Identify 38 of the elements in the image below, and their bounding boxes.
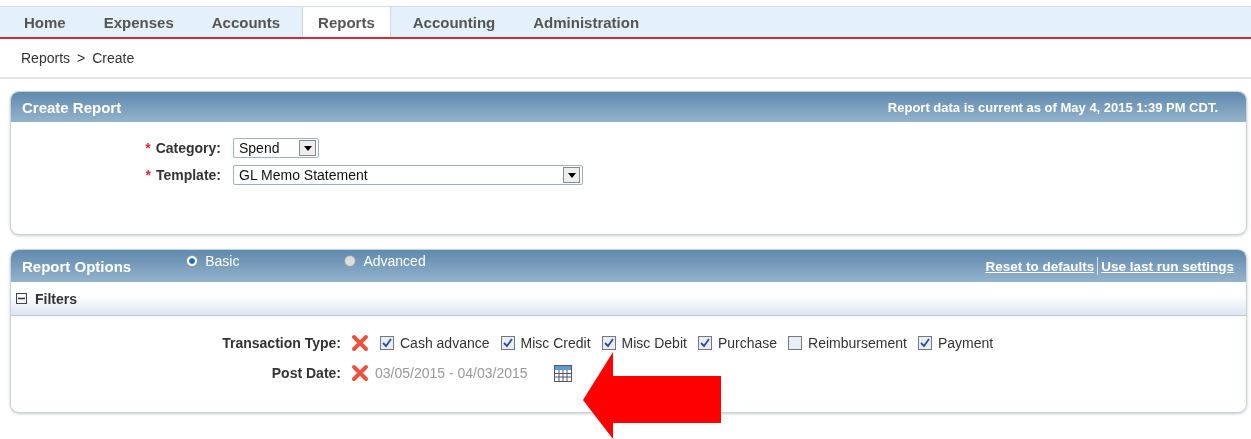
field-label: * Template:	[145, 167, 221, 183]
breadcrumb-separator: >	[77, 50, 86, 66]
breadcrumb-item: Create	[92, 50, 135, 66]
clear-icon[interactable]	[351, 364, 369, 382]
clear-icon[interactable]	[351, 334, 369, 352]
dropdown-icon	[563, 167, 580, 183]
breadcrumb-item[interactable]: Reports	[21, 50, 71, 66]
checkbox[interactable]	[788, 336, 803, 350]
nav-tab[interactable]: Accounting	[396, 7, 512, 37]
nav-tab[interactable]: Administration	[517, 7, 656, 37]
date-range-value: 03/05/2015 - 04/03/2015	[375, 365, 528, 381]
checkbox[interactable]	[697, 336, 712, 350]
filters-title: Filters	[35, 290, 77, 307]
select-field[interactable]: Spend	[233, 138, 319, 158]
checkbox[interactable]	[917, 336, 932, 350]
field-label: Post Date:	[271, 365, 341, 381]
checkbox-label: Cash advance	[400, 335, 490, 351]
panel-title: Report Options	[22, 257, 132, 275]
checkbox-label: Payment	[937, 335, 994, 351]
collapse-icon[interactable]	[16, 293, 27, 304]
checkbox[interactable]	[601, 336, 616, 350]
select-field[interactable]: GL Memo Statement	[233, 165, 583, 185]
checkbox-label: Purchase	[717, 335, 778, 351]
field-label: * Category:	[145, 140, 221, 156]
calendar-icon[interactable]	[553, 364, 572, 382]
field-label: Transaction Type:	[222, 335, 341, 351]
nav-tab[interactable]: Accounts	[195, 7, 297, 37]
checkbox[interactable]	[500, 336, 515, 350]
panel-title: Create Report	[22, 98, 122, 116]
checkbox-label: Reimbursement	[808, 335, 907, 351]
nav-tab[interactable]: Home	[8, 7, 82, 37]
dropdown-icon	[299, 140, 316, 156]
checkbox-label: Misc Debit	[621, 335, 687, 351]
checkbox-label: Misc Credit	[520, 335, 591, 351]
checkbox[interactable]	[380, 336, 394, 350]
nav-tab[interactable]: Reports	[302, 7, 391, 37]
nav-tab[interactable]: Expenses	[87, 7, 190, 37]
data-currency-note: Report data is current as of May 4, 2015 1:39 PM CDT.	[887, 99, 1218, 115]
